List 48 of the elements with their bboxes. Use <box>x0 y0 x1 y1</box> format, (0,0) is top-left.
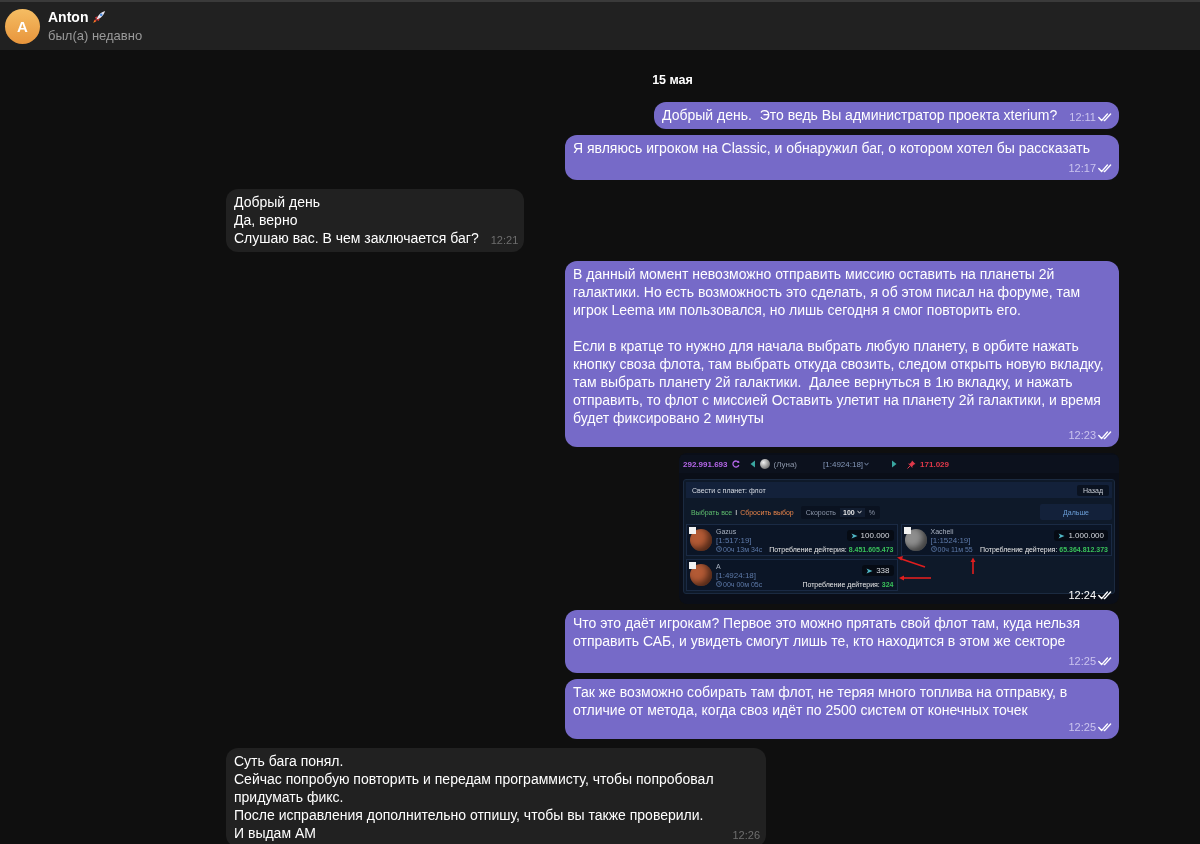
annotation-arrow <box>899 575 932 581</box>
next-arrow-icon[interactable] <box>891 460 898 468</box>
planet-coordinates: [1:1524:19] <box>930 535 972 545</box>
message-time: 12:21 <box>490 234 519 247</box>
planet-coordinates: [1:517:19] <box>716 535 753 545</box>
moon-label: (Луна) <box>773 459 798 469</box>
message-text: В данный момент невозможно отправить миссию оставить на планеты 2й галактики. Но есть возможность это сделать, я об этом писал на форуме, там игрок Leema им пользовался, но лишь сегодня я смог повторить его. Если в кратце то нужно для начала выбрать любую планету, в орбите нажать кнопку своза флота, там выбрать откуда свозить, следом открыть новую вкладку, там выбрать планету 2й галактики. Далее вернуться в 1ю вкладку, и нажать отправить, то флот с миссией Оставить улетит на планету 2й галактики, и время будет фиксировано 2 минуты <box>573 266 1105 426</box>
annotation-arrow <box>970 557 976 575</box>
message-text: Добрый день Да, верно Слушаю вас. В чем заключается баг? <box>234 194 479 246</box>
message-time: 12:17 <box>1068 162 1096 175</box>
counter-value: 171.029 <box>920 459 949 469</box>
rocket-icon <box>92 10 107 24</box>
moon-icon <box>759 459 770 469</box>
message-time: 12:25 <box>1068 721 1096 734</box>
message-text: Добрый день. Это ведь Вы администратор проекта xterium? <box>662 107 1058 123</box>
message-time: 12:24 <box>1068 589 1096 601</box>
ship-icon <box>1058 532 1066 539</box>
clock-icon <box>930 546 937 552</box>
date-separator: 15 мая <box>652 73 693 88</box>
resource-amount: 292.991.693 <box>683 459 728 469</box>
annotation-arrow <box>897 556 926 568</box>
refresh-icon[interactable] <box>731 460 740 468</box>
checkbox[interactable] <box>689 562 696 569</box>
message-time: 12:11 <box>1069 111 1096 124</box>
pin-icon <box>907 459 917 469</box>
last-seen-status: был(а) недавно <box>48 28 143 43</box>
message-text: Что это даёт игрокам? Первое это можно прятать свой флот там, куда нельзя отправить САБ, и увидеть смогут лишь те, кто находится в этом же секторе <box>573 615 1082 649</box>
caret-icon <box>864 462 870 466</box>
prev-arrow-icon[interactable] <box>749 460 756 468</box>
message-text: Суть бага понял. Сейчас попробую повторить и передам программисту, чтобы попробовал придумать фикс. После исправления дополнительно отпишу, чтобы вы также проверили. И выдам АМ <box>234 753 715 841</box>
ship-count: 100.000 <box>860 531 890 540</box>
contact-name: Anton <box>48 9 89 25</box>
ship-icon <box>850 532 858 539</box>
coordinates-dropdown[interactable]: [1:4924:18] <box>823 459 870 469</box>
message-text: Так же возможно собирать там флот, не теряя много топлива на отправку, в отличие от метода, когда своз идёт по 2500 систем от конечных точек <box>573 684 1069 718</box>
clock-icon <box>716 581 722 587</box>
message-time: 12:25 <box>1068 655 1096 668</box>
caret-icon <box>856 510 862 514</box>
planet-coordinates: [1:4924:18] <box>716 570 758 580</box>
ship-icon <box>866 567 874 574</box>
ship-count: 1.000.000 <box>1068 531 1104 540</box>
ship-count: 338 <box>876 566 890 575</box>
message-time: 12:23 <box>1068 429 1096 442</box>
checkbox[interactable] <box>689 527 696 534</box>
clock-icon <box>716 546 722 552</box>
message-time: 12:26 <box>732 829 760 842</box>
checkbox[interactable] <box>903 527 911 534</box>
message-text: Я являюсь игроком на Classic, и обнаружил баг, о котором хотел бы рассказать <box>573 140 1090 156</box>
